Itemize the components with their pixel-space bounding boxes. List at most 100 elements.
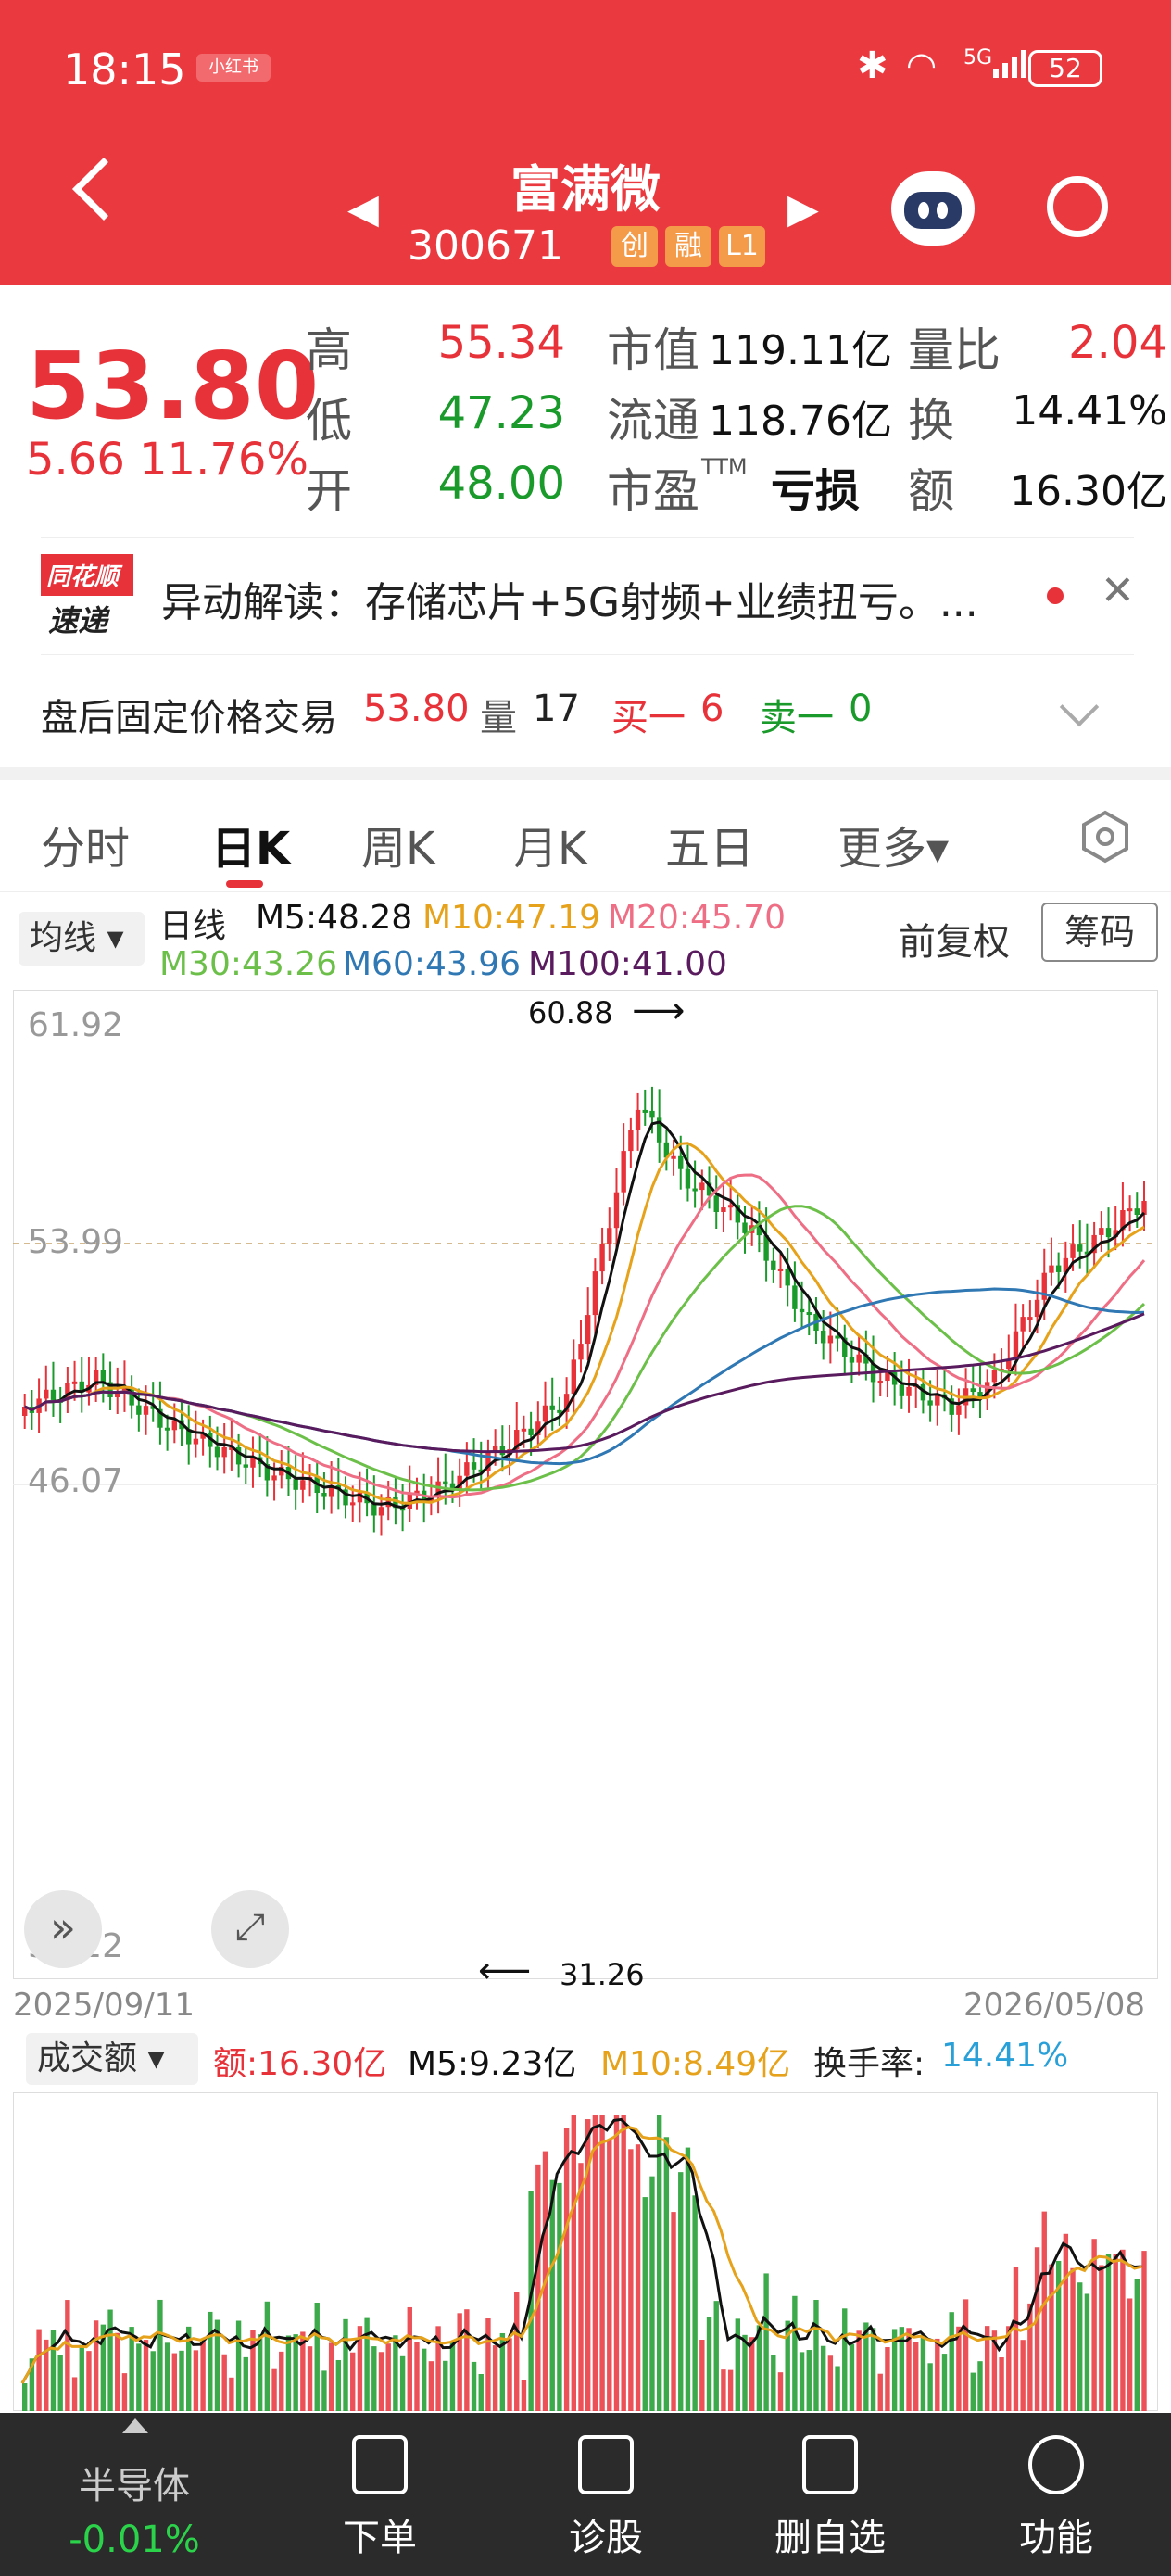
volume-m10: M10:8.49亿 [600, 2045, 791, 2083]
news-logo: 同花顺 速递 [41, 554, 133, 641]
volume-bar [507, 2338, 512, 2411]
volume-bar [613, 2115, 620, 2411]
volume-bar [663, 2137, 670, 2411]
volume-bar [478, 2374, 484, 2411]
up-arrow-icon [122, 2418, 148, 2433]
volume-bar [314, 2302, 320, 2411]
next-stock-icon[interactable]: ▶ [787, 185, 819, 233]
volume-bar [749, 2337, 755, 2411]
volume-selector[interactable]: 成交额 ▾ [26, 2033, 198, 2085]
tab-five-day[interactable]: 五日 [665, 812, 754, 877]
diagnose-button[interactable]: 诊股 [513, 2435, 699, 2561]
price-change: 5.66 [26, 434, 125, 486]
chip-button[interactable]: 筹码 [1041, 903, 1158, 962]
volume-bar [1120, 2249, 1126, 2411]
ma-selector[interactable]: 均线 ▾ [19, 912, 145, 966]
kline-type: 日线 [159, 907, 227, 945]
volume-bar [678, 2172, 684, 2411]
tab-monthly-k[interactable]: 月K [513, 812, 586, 877]
unread-dot [1047, 587, 1064, 604]
volume-bar [221, 2354, 227, 2411]
candle [321, 1493, 327, 1497]
volume-bar [514, 2292, 520, 2411]
candle [464, 1462, 470, 1476]
close-icon[interactable]: ✕ [1101, 567, 1135, 614]
fullscreen-icon[interactable]: ⤢ [211, 1890, 289, 1968]
volume-bar [164, 2342, 170, 2411]
date-end: 2026/05/08 [963, 1987, 1145, 2024]
kline-chart[interactable] [13, 990, 1158, 1979]
tab-intraday[interactable]: 分时 [41, 812, 130, 877]
candle [221, 1446, 227, 1458]
volume-bar [649, 2176, 655, 2411]
volume-bar [257, 2334, 263, 2411]
candle [571, 1359, 576, 1395]
search-icon[interactable] [1047, 176, 1108, 237]
order-icon [352, 2435, 408, 2494]
adjust-mode[interactable]: 前复权 [899, 912, 1010, 966]
date-start: 2025/09/11 [13, 1987, 195, 2024]
volume-bar [535, 2164, 541, 2411]
remove-watchlist-button[interactable]: 删自选 [737, 2435, 923, 2561]
order-button[interactable]: 下单 [287, 2435, 472, 2561]
sell1-label: 卖一 [760, 697, 834, 739]
candle [1070, 1244, 1076, 1258]
volume-bar [941, 2354, 948, 2411]
candle [1127, 1208, 1133, 1212]
volume-bar [328, 2342, 334, 2411]
expand-chevron-icon[interactable] [1059, 687, 1100, 727]
tab-weekly-k[interactable]: 周K [361, 812, 434, 877]
robot-assistant-icon[interactable] [891, 171, 975, 246]
candle [856, 1354, 862, 1363]
candle [1034, 1299, 1040, 1318]
divider [41, 654, 1134, 655]
ma30-value: M30:43.26 [159, 945, 338, 983]
sector-name[interactable]: 半导体 [37, 2456, 232, 2509]
tab-more[interactable]: 更多▾ [837, 812, 949, 877]
volume-bar [57, 2355, 63, 2411]
candle [542, 1405, 548, 1422]
open-label: 开 [306, 464, 352, 518]
volume-bar [592, 2115, 598, 2411]
volume-bar [321, 2370, 327, 2411]
candle [956, 1405, 962, 1415]
bluetooth-icon: ✱ [857, 44, 888, 87]
buy1-label: 买一 [611, 697, 686, 739]
volume-bar [771, 2355, 776, 2411]
ma30-line [24, 1205, 1146, 1492]
tab-daily-k[interactable]: 日K [211, 812, 290, 877]
volume-bar [343, 2318, 348, 2411]
tag-l1: L1 [719, 226, 765, 267]
candle [991, 1370, 998, 1383]
settings-icon[interactable] [1078, 810, 1132, 864]
amount-label: 额 [908, 464, 954, 518]
volume-bar [443, 2360, 448, 2411]
volume-bar [150, 2351, 156, 2411]
candle [927, 1400, 933, 1406]
price-axis-mid: 53.99 [28, 1223, 124, 1261]
volume-bar [635, 2144, 641, 2411]
functions-button[interactable]: 功能 [963, 2435, 1149, 2561]
news-headline[interactable]: 异动解读：存储芯片+5G射频+业绩扭亏。... [161, 569, 1041, 628]
price-axis-low: 46.07 [28, 1462, 124, 1500]
volume-bar [235, 2320, 242, 2411]
volume-bar [1113, 2254, 1118, 2411]
candle [271, 1475, 277, 1481]
volume-bar [706, 2317, 712, 2411]
candle [592, 1271, 598, 1316]
volume-bar [285, 2335, 292, 2411]
turnover-value: 14.41% [1012, 387, 1167, 435]
tag-rong: 融 [665, 226, 711, 267]
fast-forward-icon[interactable]: » [24, 1890, 102, 1968]
candle [713, 1195, 719, 1212]
volume-bar [271, 2368, 277, 2411]
volume-bar [471, 2361, 477, 2411]
volume-bar [1041, 2211, 1047, 2411]
volume-bar [385, 2343, 391, 2411]
volume-bar [856, 2330, 862, 2411]
volume-ratio-label: 量比 [908, 323, 1001, 377]
float-label: 流通 [607, 394, 699, 448]
ma5-line [24, 1120, 1146, 1509]
volume-bar [1063, 2233, 1069, 2411]
after-hours-price: 53.80 [363, 688, 470, 730]
